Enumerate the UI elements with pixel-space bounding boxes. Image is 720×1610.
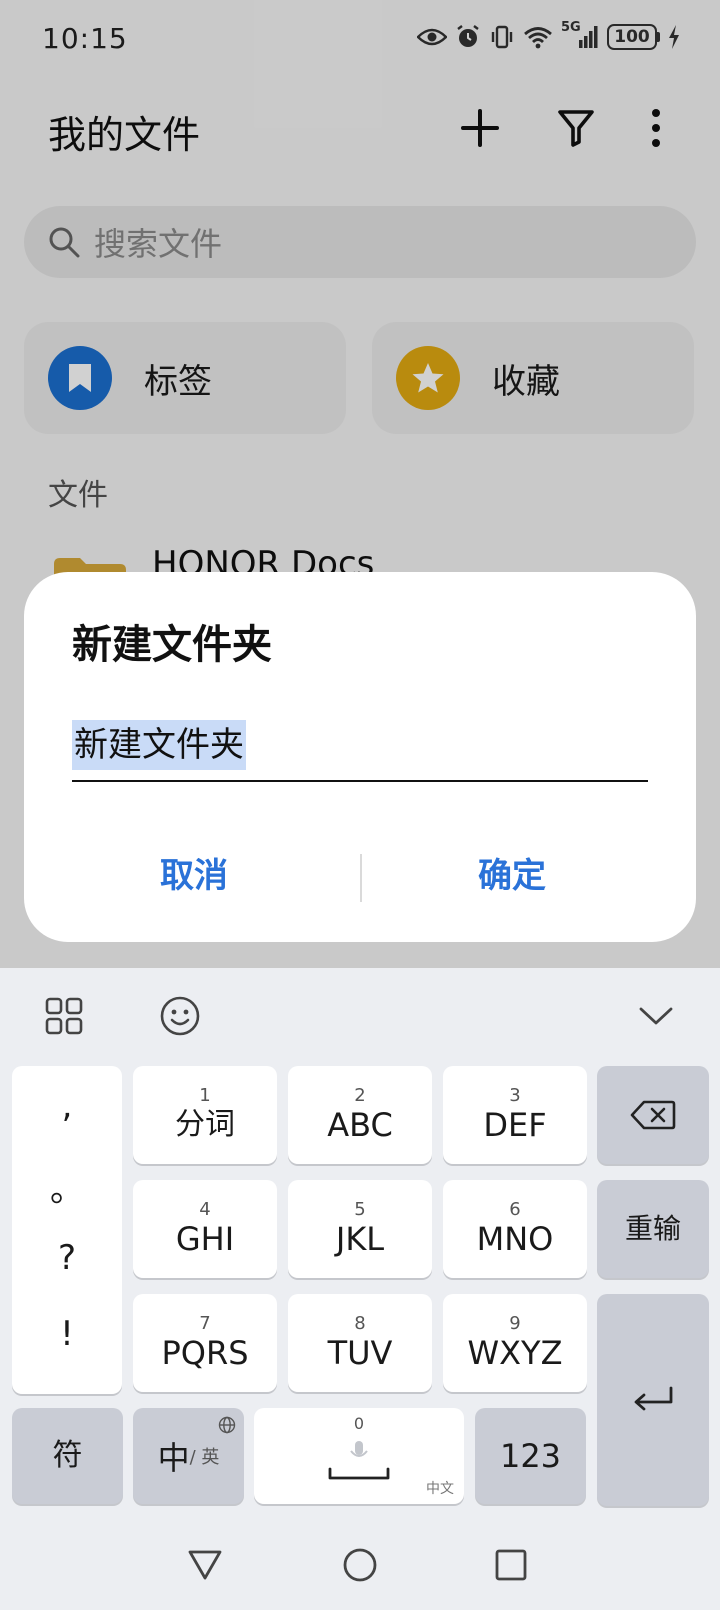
folder-name-value: 新建文件夹 [72,720,246,770]
punct-question[interactable]: ? [12,1238,122,1278]
key-8[interactable]: 8 TUV [288,1294,432,1392]
back-button[interactable] [180,1540,230,1590]
key-1[interactable]: 1 分词 [133,1066,277,1164]
microphone-icon [350,1441,368,1457]
punctuation-key[interactable]: , 。 ? ! [12,1066,122,1394]
key-3[interactable]: 3 DEF [443,1066,587,1164]
key-5[interactable]: 5 JKL [288,1180,432,1278]
key-9[interactable]: 9 WXYZ [443,1294,587,1392]
new-folder-dialog: 新建文件夹 新建文件夹 取消 确定 [24,572,696,942]
grid-icon [45,997,83,1035]
back-triangle-icon [188,1550,222,1580]
symbol-key[interactable]: 符 [12,1408,123,1504]
hide-keyboard-button[interactable] [632,992,680,1040]
key-2[interactable]: 2 ABC [288,1066,432,1164]
space-key[interactable]: 0 中文 [254,1408,464,1504]
enter-key[interactable] [597,1294,709,1506]
home-circle-icon [343,1548,377,1582]
recents-button[interactable] [486,1540,536,1590]
cancel-button[interactable]: 取消 [54,840,334,904]
globe-icon [218,1416,236,1434]
key-6[interactable]: 6 MNO [443,1180,587,1278]
navigation-bar [0,1520,720,1610]
punct-exclaim[interactable]: ! [12,1314,122,1354]
emoji-button[interactable] [156,992,204,1040]
recents-square-icon [495,1549,527,1581]
punct-period[interactable]: 。 [12,1162,122,1211]
language-switch-key[interactable]: 中 / 英 [133,1408,244,1504]
enter-icon [634,1386,673,1411]
backspace-icon [630,1100,676,1130]
confirm-button[interactable]: 确定 [372,840,652,904]
button-divider [360,854,362,902]
dialog-title: 新建文件夹 [72,622,272,668]
numeric-key[interactable]: 123 [475,1408,586,1504]
backspace-key[interactable] [597,1066,709,1164]
home-button[interactable] [335,1540,385,1590]
key-7[interactable]: 7 PQRS [133,1294,277,1392]
folder-name-input[interactable]: 新建文件夹 [72,720,648,782]
key-4[interactable]: 4 GHI [133,1180,277,1278]
apps-grid-button[interactable] [40,992,88,1040]
spacebar-icon [328,1467,390,1480]
emoji-icon [160,996,200,1036]
chevron-down-icon [639,1007,673,1025]
reinput-key[interactable]: 重输 [597,1180,709,1278]
punct-comma[interactable]: , [12,1086,122,1126]
keyboard: , 。 ? ! 1 分词 2 ABC 3 DEF 4 GHI 5 JKL 6 M… [0,968,720,1520]
